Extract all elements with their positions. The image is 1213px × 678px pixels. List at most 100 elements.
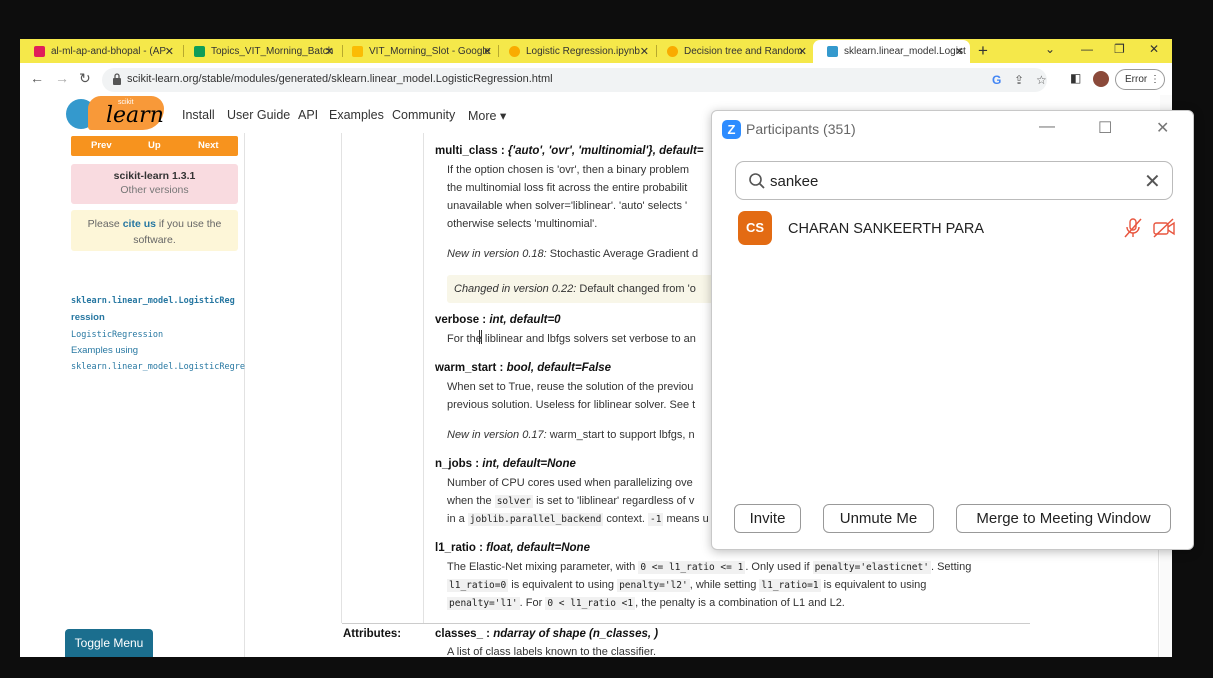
- text: . For: [519, 597, 546, 609]
- tab-drive[interactable]: VIT_Morning_Slot - Google ✕: [338, 40, 498, 63]
- nav-user-guide[interactable]: User Guide: [227, 108, 290, 122]
- code: penalty='l1': [447, 597, 520, 610]
- param-name: verbose :: [435, 314, 490, 326]
- text: when the: [447, 495, 495, 507]
- nav-api[interactable]: API: [298, 108, 318, 122]
- param-multi-class: multi_class : {'auto', 'ovr', 'multinomi…: [435, 145, 704, 157]
- text: in a: [447, 513, 468, 525]
- error-button[interactable]: Error ⋮: [1115, 69, 1165, 90]
- share-icon[interactable]: ⇪: [1014, 73, 1024, 87]
- tab-colab-decision-tree[interactable]: Decision tree and Random ✕: [653, 40, 813, 63]
- profile-avatar[interactable]: [1093, 71, 1109, 87]
- desc-line: When set to True, reuse the solution of …: [447, 381, 694, 393]
- close-tab-icon[interactable]: ✕: [640, 45, 649, 58]
- back-icon[interactable]: ←: [30, 70, 44, 86]
- nav-install[interactable]: Install: [182, 108, 215, 122]
- code: 0 < l1_ratio <1: [545, 597, 636, 610]
- prev-button[interactable]: Prev: [91, 140, 112, 151]
- desc-line: If the option chosen is 'ovr', then a bi…: [447, 164, 690, 176]
- tab-title: VIT_Morning_Slot - Google: [369, 46, 491, 57]
- new-tab-button[interactable]: +: [978, 41, 988, 61]
- toc-item[interactable]: sklearn.linear_model.LogisticRegre: [71, 362, 245, 372]
- param-type: bool, default=False: [506, 362, 612, 374]
- nav-more[interactable]: More ▾: [468, 108, 506, 123]
- bookmark-star-icon[interactable]: ☆: [1036, 73, 1047, 87]
- sklearn-icon: [827, 46, 838, 57]
- text: The Elastic-Net mixing parameter, with: [447, 561, 639, 573]
- maximize-button[interactable]: ☐: [1098, 118, 1112, 138]
- close-tab-icon[interactable]: ✕: [325, 45, 334, 58]
- tab-sheets[interactable]: Topics_VIT_Morning_Batch ✕: [180, 40, 340, 63]
- desc-line: For the liblinear and lbfgs solvers set …: [447, 333, 696, 345]
- toc-item[interactable]: LogisticRegression: [71, 330, 163, 340]
- tab-colab-logistic[interactable]: Logistic Regression.ipynb ✕: [495, 40, 655, 63]
- zoom-participants-window: Z Participants (351) — ☐ ✕ ✕ CS CHARAN S…: [711, 110, 1194, 550]
- address-bar[interactable]: scikit-learn.org/stable/modules/generate…: [102, 68, 1047, 92]
- sheets-icon: [194, 46, 205, 57]
- clear-search-icon[interactable]: ✕: [1144, 169, 1161, 194]
- param-l1-ratio: l1_ratio : float, default=None: [435, 542, 590, 554]
- error-label: Error: [1125, 74, 1148, 85]
- participant-row[interactable]: CS CHARAN SANKEERTH PARA: [738, 211, 1178, 247]
- section-divider: [342, 623, 1030, 624]
- code: solver: [494, 495, 534, 508]
- desc-line: previous solution. Useless for liblinear…: [447, 399, 696, 411]
- side-panel-icon[interactable]: ◧: [1070, 71, 1081, 85]
- unmute-me-button[interactable]: Unmute Me: [823, 504, 934, 533]
- nav-community[interactable]: Community: [392, 108, 455, 122]
- participant-avatar: CS: [738, 211, 772, 245]
- google-translate-icon[interactable]: G: [992, 73, 1001, 87]
- text: context.: [603, 513, 648, 525]
- desc-line: l1_ratio=0 is equivalent to using penalt…: [447, 579, 927, 592]
- cite-us-link[interactable]: cite us: [123, 218, 156, 230]
- minimize-button[interactable]: —: [1039, 118, 1055, 136]
- maximize-button[interactable]: ❐: [1114, 42, 1125, 56]
- close-button[interactable]: ✕: [1156, 118, 1169, 138]
- toc-item[interactable]: sklearn.linear_model.LogisticReg: [71, 296, 235, 306]
- search-input[interactable]: [770, 170, 1130, 192]
- code: l1_ratio=1: [759, 579, 821, 592]
- param-name: n_jobs :: [435, 458, 483, 470]
- text: is set to 'liblinear' regardless of v: [533, 495, 695, 507]
- close-tab-icon[interactable]: ✕: [955, 45, 964, 58]
- version-text: Default changed from 'o: [576, 283, 696, 295]
- colab-icon: [509, 46, 520, 57]
- param-verbose: verbose : int, default=0: [435, 314, 561, 326]
- version-added: New in version 0.17: warm_start to suppo…: [447, 429, 695, 441]
- param-name: multi_class :: [435, 145, 508, 157]
- reload-icon[interactable]: ↻: [79, 70, 91, 87]
- param-name: warm_start :: [435, 362, 507, 374]
- invite-button[interactable]: Invite: [734, 504, 801, 533]
- close-window-button[interactable]: ✕: [1149, 42, 1159, 56]
- param-type: int, default=0: [489, 314, 561, 326]
- toggle-menu-button[interactable]: Toggle Menu: [65, 629, 153, 657]
- slack-icon: [34, 46, 45, 57]
- desc-line: the multinomial loss fit across the enti…: [447, 182, 688, 194]
- toc-item[interactable]: Examples using: [71, 345, 138, 356]
- close-tab-icon[interactable]: ✕: [483, 45, 492, 58]
- logo-text[interactable]: learn: [106, 103, 164, 128]
- close-tab-icon[interactable]: ✕: [798, 45, 807, 58]
- tab-sklearn[interactable]: sklearn.linear_model.Logist ✕: [813, 40, 970, 63]
- toc-item[interactable]: ression: [71, 312, 105, 323]
- close-tab-icon[interactable]: ✕: [165, 45, 174, 58]
- minimize-button[interactable]: —: [1081, 42, 1093, 56]
- muted-mic-icon[interactable]: [1122, 217, 1144, 239]
- tab-search-icon[interactable]: ⌄: [1045, 42, 1055, 56]
- forward-icon[interactable]: →: [55, 70, 69, 86]
- merge-to-meeting-window-button[interactable]: Merge to Meeting Window: [956, 504, 1171, 533]
- left-sidebar: Prev Up Next scikit-learn 1.3.1 Other ve…: [20, 133, 245, 657]
- tab-title: al-ml-ap-and-bhopal - (AP: [51, 46, 167, 57]
- desc-line: when the solver is set to 'liblinear' re…: [447, 495, 695, 508]
- nav-examples[interactable]: Examples: [329, 108, 384, 122]
- tab-slack[interactable]: al-ml-ap-and-bhopal - (AP ✕: [20, 40, 180, 63]
- code-link[interactable]: joblib.parallel_backend: [467, 513, 604, 526]
- text: is equivalent to using: [820, 579, 927, 591]
- desc-line: A list of class labels known to the clas…: [447, 646, 657, 657]
- desc-line: The Elastic-Net mixing parameter, with 0…: [447, 561, 971, 574]
- next-button[interactable]: Next: [198, 140, 219, 151]
- other-versions-link[interactable]: Other versions: [71, 184, 238, 196]
- up-button[interactable]: Up: [148, 140, 161, 151]
- video-off-icon[interactable]: [1152, 217, 1176, 239]
- zoom-logo-icon: Z: [722, 120, 741, 139]
